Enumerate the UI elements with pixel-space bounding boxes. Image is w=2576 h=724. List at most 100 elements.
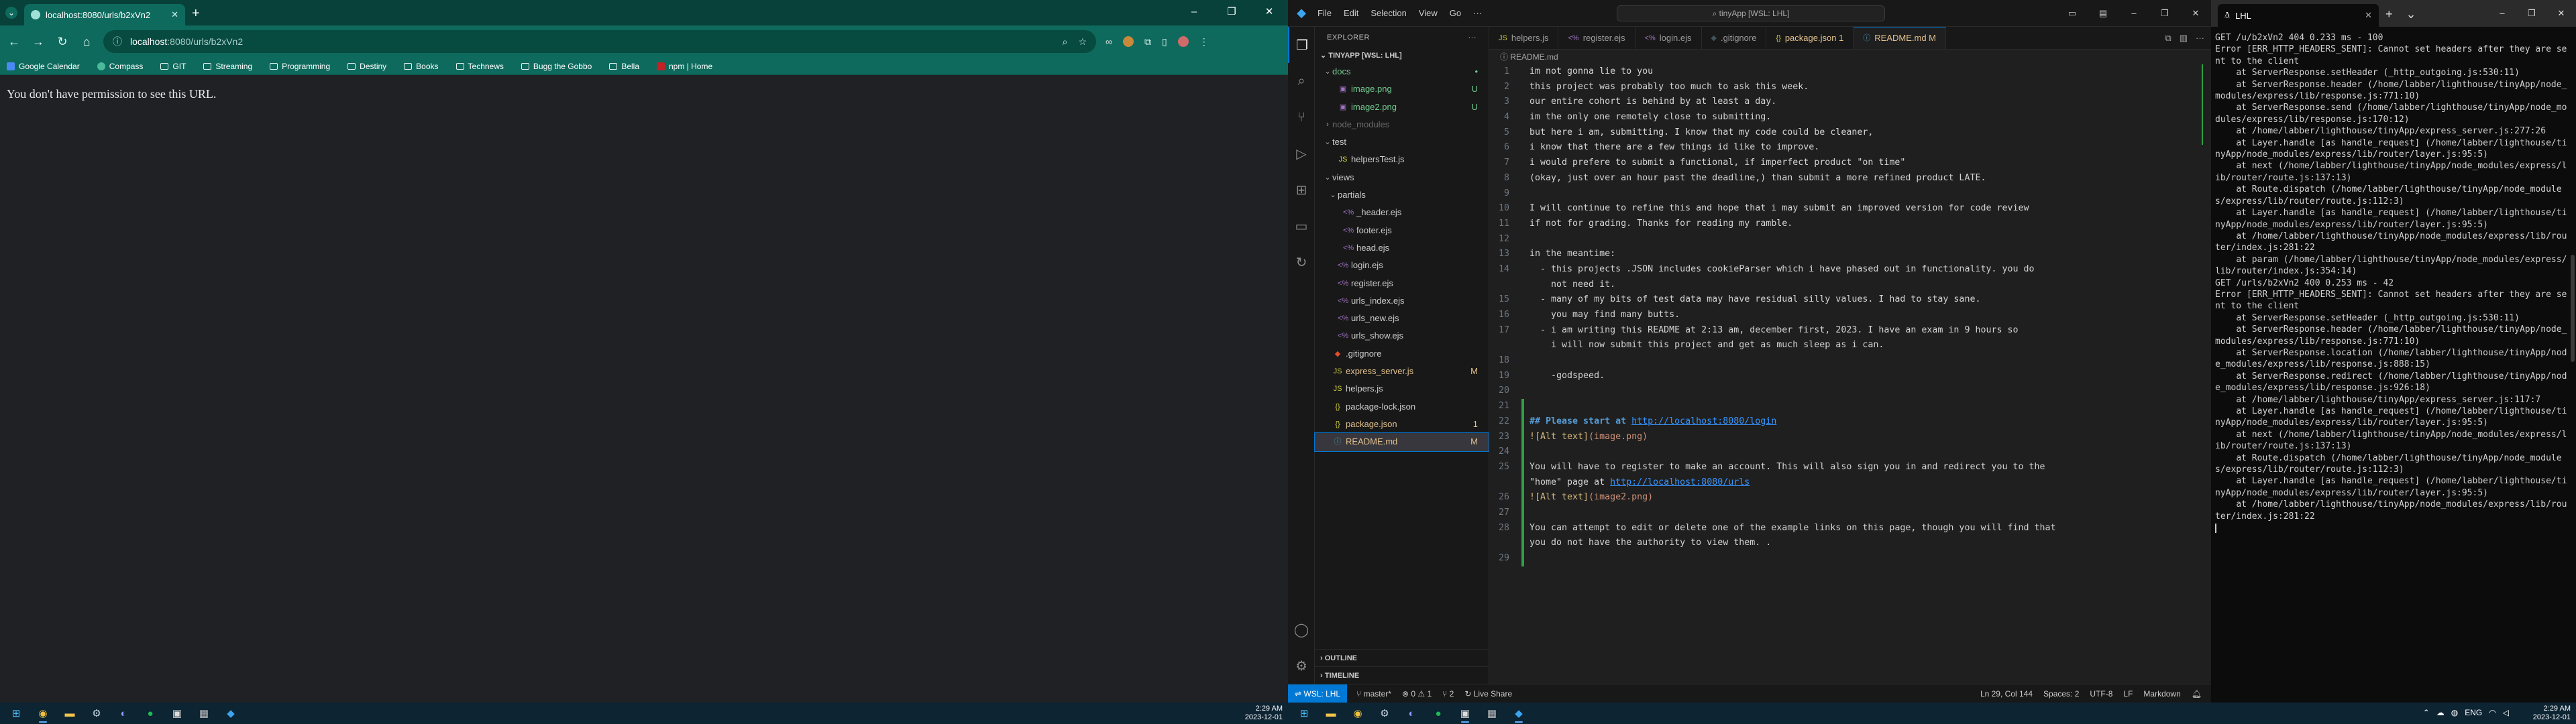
code-link[interactable]: http://localhost:8080/login — [1631, 416, 1776, 426]
bookmark-folder-books[interactable]: Books — [404, 62, 439, 71]
editor-tab[interactable]: {} package.json 1 — [1766, 27, 1854, 49]
settings-gear-icon[interactable]: ⚙ — [1288, 648, 1315, 684]
project-root[interactable]: ⌄ TINYAPP [WSL: LHL] — [1315, 48, 1489, 63]
file-explorer-icon[interactable]: ▬ — [60, 704, 79, 723]
account-icon[interactable]: ◯ — [1288, 611, 1315, 648]
bookmark-folder-destiny[interactable]: Destiny — [347, 62, 386, 71]
maximize-icon[interactable]: ❐ — [2517, 0, 2546, 27]
spotify-icon[interactable]: ● — [141, 704, 160, 723]
tree-file[interactable]: <% login.ejs — [1315, 257, 1489, 274]
chrome-menu-icon[interactable]: ⋮ — [1199, 36, 1209, 48]
minimize-icon[interactable]: – — [2487, 0, 2517, 27]
tree-file[interactable]: ⓘ README.md M — [1314, 432, 1489, 452]
editor-tab[interactable]: ⓘ README.md M — [1854, 27, 1946, 49]
menu-more[interactable]: ··· — [1473, 8, 1482, 18]
timeline-section[interactable]: › TIMELINE — [1315, 666, 1489, 684]
indentation[interactable]: Spaces: 2 — [2043, 689, 2079, 699]
terminal-tab[interactable]: 🐧︎ LHL ✕ — [2218, 4, 2379, 27]
spotify-icon[interactable]: ● — [1429, 704, 1448, 723]
cloud-icon[interactable]: ☁ — [2436, 708, 2445, 717]
tree-file[interactable]: <% urls_show.ejs — [1315, 327, 1489, 345]
profile-avatar[interactable] — [1177, 36, 1189, 47]
bookmark-compass[interactable]: Compass — [97, 62, 143, 71]
network-icon[interactable]: ◍ — [2451, 708, 2458, 717]
bookmark-folder-programming[interactable]: Programming — [270, 62, 330, 71]
taskbar-clock-left[interactable]: 2:29 AM 2023-12-01 — [1245, 705, 1283, 722]
input-language[interactable]: ENG — [2465, 708, 2482, 717]
line-ending[interactable]: LF — [2123, 689, 2133, 699]
extension-cookie-icon[interactable] — [1122, 36, 1134, 47]
minimize-icon[interactable]: – — [1175, 0, 1213, 25]
calculator-icon[interactable]: ▦ — [195, 704, 213, 723]
chrome-taskbar-icon[interactable]: ◉ — [34, 704, 52, 723]
code-image-path[interactable]: (image.png) — [1589, 432, 1648, 442]
vscode-taskbar-icon[interactable]: ◆ — [1509, 704, 1528, 723]
code-image-path[interactable]: (image2.png) — [1589, 492, 1653, 502]
editor-tab[interactable]: <% register.ejs — [1558, 27, 1635, 49]
live-share-icon[interactable]: ↻ — [1288, 244, 1315, 280]
discord-icon[interactable]: ◐ — [114, 704, 133, 723]
discord-icon[interactable]: ◐ — [1402, 704, 1421, 723]
calculator-icon[interactable]: ▦ — [1483, 704, 1501, 723]
extensions-puzzle-icon[interactable]: ⧉ — [1144, 36, 1151, 48]
wifi-icon[interactable]: ◠ — [2489, 708, 2496, 717]
code-editor[interactable]: 1 im not gonna lie to you 2 this project wa… — [1489, 64, 2211, 566]
steam-icon[interactable]: ⚙ — [87, 704, 106, 723]
bookmark-google-calendar[interactable]: Google Calendar — [7, 62, 80, 71]
tree-file[interactable]: ▣ image2.png U — [1315, 99, 1489, 116]
close-tab-icon[interactable]: ✕ — [2365, 10, 2372, 21]
tree-folder[interactable]: ⌄ views — [1315, 169, 1489, 186]
back-icon[interactable]: ← — [7, 35, 21, 49]
minimize-icon[interactable]: – — [2118, 0, 2149, 27]
remote-indicator[interactable]: ⇌ WSL: LHL — [1288, 684, 1348, 703]
breadcrumb[interactable]: ⓘ README.md — [1489, 50, 2211, 64]
site-info-icon[interactable]: ⓘ — [113, 35, 122, 48]
vscode-taskbar-icon[interactable]: ◆ — [221, 704, 240, 723]
bookmark-folder-bella[interactable]: Bella — [609, 62, 639, 71]
tree-file[interactable]: {} package-lock.json — [1315, 398, 1489, 416]
windows-start-icon[interactable]: ⊞ — [1295, 704, 1313, 723]
menu-view[interactable]: View — [1419, 8, 1438, 18]
live-share-button[interactable]: ↻ Live Share — [1464, 689, 1512, 699]
tree-file[interactable]: <% head.ejs — [1315, 239, 1489, 257]
bookmark-folder-git[interactable]: GIT — [160, 62, 186, 71]
layout-icon[interactable]: ▭ — [2057, 0, 2088, 27]
new-tab-button[interactable]: + — [192, 6, 200, 21]
close-window-icon[interactable]: ✕ — [2546, 0, 2576, 27]
close-tab-icon[interactable]: ✕ — [171, 9, 178, 20]
close-window-icon[interactable]: ✕ — [1250, 0, 1288, 25]
tray-chevron-icon[interactable]: ⌃ — [2423, 708, 2430, 717]
volume-icon[interactable]: ◁ — [2503, 708, 2509, 717]
menu-selection[interactable]: Selection — [1371, 8, 1406, 18]
sidepanel-icon[interactable]: ▯ — [1162, 36, 1167, 48]
maximize-icon[interactable]: ❐ — [2149, 0, 2180, 27]
more-actions-icon[interactable]: ··· — [2196, 27, 2204, 49]
menu-go[interactable]: Go — [1450, 8, 1461, 18]
tree-folder[interactable]: ⌄ partials — [1315, 186, 1489, 204]
branch-indicator[interactable]: ⑂ master* — [1356, 689, 1391, 699]
tree-file[interactable]: JS helpersTest.js — [1315, 151, 1489, 168]
tree-file[interactable]: <% footer.ejs — [1315, 222, 1489, 239]
encoding[interactable]: UTF-8 — [2090, 689, 2112, 699]
chrome-tab-active[interactable]: localhost:8080/urls/b2xVn2 ✕ — [24, 4, 185, 25]
split-editor-icon[interactable]: ▥ — [2180, 27, 2188, 49]
remote-explorer-icon[interactable]: ▭ — [1288, 208, 1315, 244]
new-tab-button[interactable]: + — [2379, 7, 2400, 27]
maximize-icon[interactable]: ❐ — [1213, 0, 1250, 25]
windows-start-icon[interactable]: ⊞ — [7, 704, 25, 723]
tree-file[interactable]: <% urls_index.ejs — [1315, 292, 1489, 310]
reload-icon[interactable]: ↻ — [55, 35, 70, 49]
tree-file[interactable]: ◆ .gitignore — [1315, 345, 1489, 363]
tree-file[interactable]: <% register.ejs — [1315, 275, 1489, 292]
outline-section[interactable]: › OUTLINE — [1315, 649, 1489, 666]
tree-file[interactable]: <% _header.ejs — [1315, 204, 1489, 221]
command-center[interactable]: ⌕ tinyApp [WSL: LHL] — [1617, 5, 1885, 21]
source-control-icon[interactable]: ⑂ — [1288, 99, 1315, 135]
tree-file[interactable]: JS helpers.js — [1315, 380, 1489, 398]
forward-icon[interactable]: → — [31, 35, 46, 49]
menu-file[interactable]: File — [1318, 8, 1332, 18]
terminal-icon[interactable]: ▣ — [1456, 704, 1474, 723]
taskbar-clock-right[interactable]: 2:29 AM 2023-12-01 — [2533, 705, 2571, 722]
code-link[interactable]: http://localhost:8080/urls — [1610, 477, 1750, 487]
terminal-output[interactable]: GET /u/b2xVn2 404 0.233 ms - 100 Error [E… — [2211, 27, 2576, 534]
